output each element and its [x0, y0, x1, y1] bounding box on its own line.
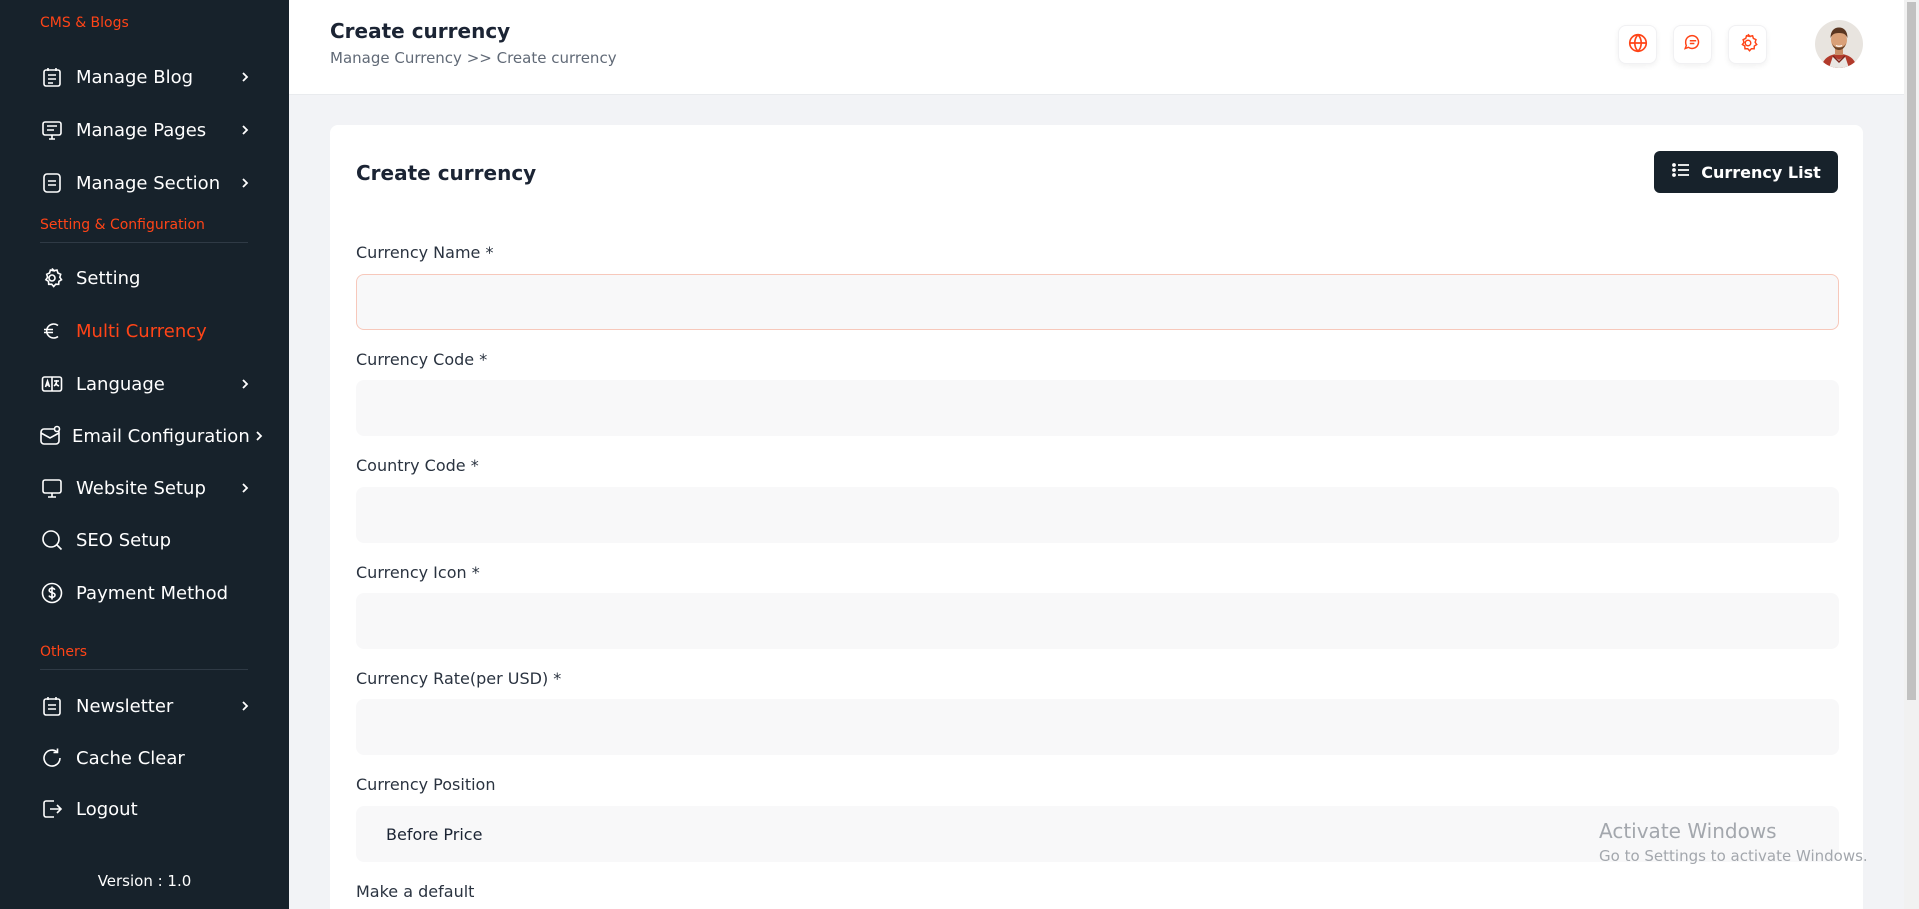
chevron-right-icon	[254, 429, 264, 443]
chevron-right-icon	[238, 123, 252, 137]
sidebar-item-label: Newsletter	[76, 695, 174, 717]
scrollbar-thumb[interactable]	[1907, 2, 1916, 700]
currency-rate-input[interactable]	[356, 699, 1839, 755]
page-scrollbar[interactable]	[1904, 0, 1919, 909]
language-icon	[38, 370, 66, 398]
chevron-right-icon	[238, 176, 252, 190]
sidebar-item-label: Payment Method	[76, 582, 229, 604]
currency-name-input[interactable]	[356, 274, 1839, 330]
windows-activation-watermark: Activate Windows Go to Settings to activ…	[1599, 819, 1868, 865]
euro-icon	[38, 317, 66, 345]
sidebar-item-label: Email Configuration	[72, 425, 250, 447]
currency-position-value: Before Price	[386, 824, 483, 844]
top-header: Create currency Manage Currency >> Creat…	[289, 0, 1904, 95]
country-code-label: Country Code *	[356, 456, 479, 475]
currency-rate-label: Currency Rate(per USD) *	[356, 669, 562, 688]
make-default-label: Make a default	[356, 882, 475, 901]
chevron-right-icon	[238, 70, 252, 84]
sidebar-item-manage-section[interactable]: Manage Section	[38, 165, 252, 201]
watermark-subtitle: Go to Settings to activate Windows.	[1599, 847, 1868, 865]
email-icon	[38, 422, 62, 450]
sidebar-item-logout[interactable]: Logout	[38, 791, 252, 827]
language-button[interactable]	[1618, 25, 1657, 64]
logout-icon	[38, 795, 66, 823]
list-icon	[1671, 160, 1701, 184]
create-currency-card: Create currency Currency List Currency N…	[330, 125, 1863, 909]
sidebar-item-multi-currency[interactable]: Multi Currency	[38, 313, 252, 349]
sidebar-item-label: SEO Setup	[76, 529, 172, 551]
search-icon	[38, 526, 66, 554]
chevron-right-icon	[238, 377, 252, 391]
sidebar: CMS & Blogs Manage Blog Manage Pages Man…	[0, 0, 289, 909]
currency-position-label: Currency Position	[356, 775, 496, 794]
sidebar-item-label: Logout	[76, 798, 138, 820]
sidebar-item-label: Multi Currency	[76, 320, 207, 342]
sidebar-item-label: Language	[76, 373, 165, 395]
sidebar-item-label: Manage Section	[76, 172, 221, 194]
currency-list-button[interactable]: Currency List	[1654, 151, 1838, 193]
currency-code-input[interactable]	[356, 380, 1839, 436]
sidebar-item-setting[interactable]: Setting	[38, 260, 252, 296]
sidebar-item-seo-setup[interactable]: SEO Setup	[38, 522, 252, 558]
sidebar-item-newsletter[interactable]: Newsletter	[38, 688, 252, 724]
currency-icon-label: Currency Icon *	[356, 563, 480, 582]
sidebar-item-label: Website Setup	[76, 477, 206, 499]
sidebar-item-payment-method[interactable]: Payment Method	[38, 575, 252, 611]
sidebar-item-label: Setting	[76, 267, 141, 289]
dollar-icon	[38, 579, 66, 607]
section-icon	[38, 169, 66, 197]
sidebar-item-manage-blog[interactable]: Manage Blog	[38, 59, 252, 95]
avatar[interactable]	[1815, 20, 1863, 68]
sidebar-item-cache-clear[interactable]: Cache Clear	[38, 740, 252, 776]
refresh-icon	[38, 744, 66, 772]
section-divider	[40, 242, 248, 243]
version-label: Version : 1.0	[97, 872, 192, 890]
newsletter-icon	[38, 692, 66, 720]
monitor-icon	[38, 474, 66, 502]
blog-icon	[38, 63, 66, 91]
sidebar-item-email-configuration[interactable]: Email Configuration	[38, 418, 263, 454]
chevron-right-icon	[238, 699, 252, 713]
chevron-right-icon	[238, 481, 252, 495]
currency-list-label: Currency List	[1701, 162, 1821, 182]
currency-code-label: Currency Code *	[356, 350, 488, 369]
sidebar-item-label: Cache Clear	[76, 747, 185, 769]
gear-icon	[1737, 32, 1759, 58]
section-title-others: Others	[40, 644, 88, 660]
sidebar-item-label: Manage Pages	[76, 119, 207, 141]
sidebar-item-language[interactable]: Language	[38, 366, 252, 402]
settings-button[interactable]	[1728, 25, 1767, 64]
sidebar-item-website-setup[interactable]: Website Setup	[38, 470, 252, 506]
country-code-input[interactable]	[356, 487, 1839, 543]
messages-button[interactable]	[1673, 25, 1712, 64]
pages-icon	[38, 116, 66, 144]
section-divider	[40, 669, 248, 670]
currency-icon-input[interactable]	[356, 593, 1839, 649]
watermark-title: Activate Windows	[1599, 819, 1777, 843]
breadcrumb[interactable]: Manage Currency >> Create currency	[330, 49, 617, 67]
sidebar-item-manage-pages[interactable]: Manage Pages	[38, 112, 252, 148]
section-title-cms-blogs: CMS & Blogs	[40, 15, 129, 31]
form-title: Create currency	[356, 161, 537, 185]
gear-icon	[38, 264, 66, 292]
globe-icon	[1627, 32, 1649, 58]
page-title: Create currency	[330, 19, 511, 43]
currency-name-label: Currency Name *	[356, 243, 494, 262]
sidebar-item-label: Manage Blog	[76, 66, 194, 88]
section-title-setting-configuration: Setting & Configuration	[40, 217, 205, 233]
chat-icon	[1682, 32, 1704, 58]
